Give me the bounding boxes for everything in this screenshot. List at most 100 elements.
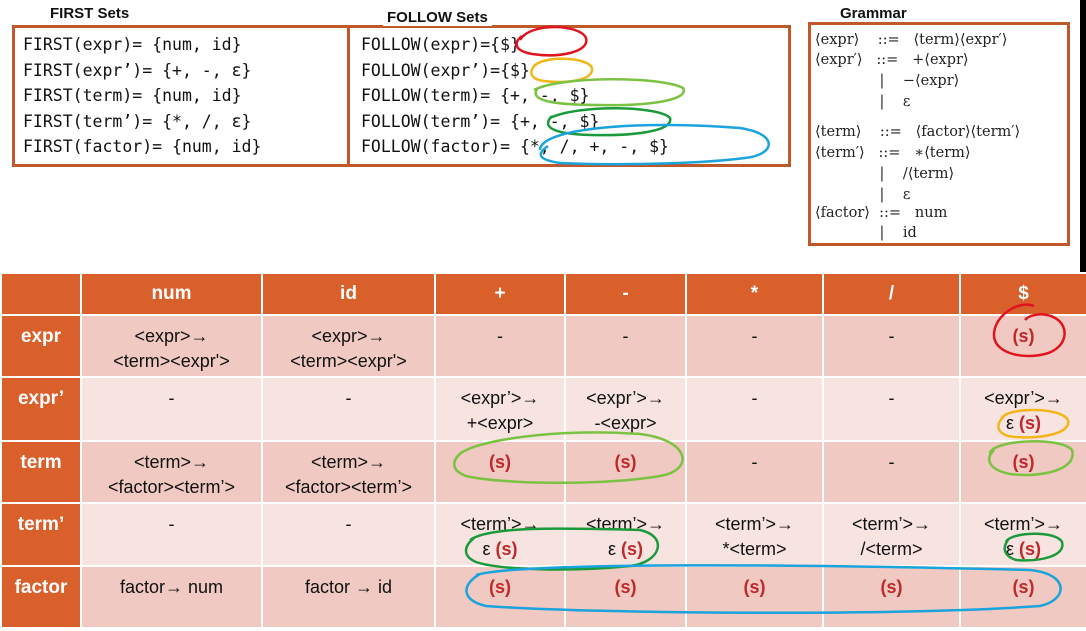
follow-set-line: FOLLOW(term)= {+, -, $} [361,86,590,105]
cell-line: -<expr> [594,413,657,433]
sync-marker: (s) [1019,539,1042,559]
cell-line: <factor><term’> [284,477,413,497]
grammar-rule-line: | ε [815,187,911,203]
column-header: * [685,272,824,316]
table-cell: - [261,376,436,442]
grammar-rule-line: ⟨expr′⟩ ::= +⟨expr⟩ [815,52,969,68]
grammar-rule-line: | ε [815,94,911,110]
row-header: term [0,440,82,504]
column-header: $ [959,272,1086,316]
sync-marker: (s) [614,452,637,472]
cell-line: - [888,452,895,472]
cell-line: <expr>→ [311,326,386,346]
cell-line: (s) [962,450,1085,475]
table-cell: - [434,314,566,378]
grammar-rule-line: ⟨term′⟩ ::= ∗⟨term⟩ [815,145,971,161]
table-cell: - [261,502,436,567]
column-header: id [261,272,436,316]
first-sets-title: FIRST Sets [46,6,134,22]
table-cell: <term>→ <factor><term’> [261,440,436,504]
cell-line: <term’>→ [460,514,540,534]
cell-line: - [168,514,175,534]
table-cell: <term’>→ *<term> [685,502,824,567]
table-cell: <term’>→ /<term> [822,502,961,567]
sync-marker: (s) [1012,326,1035,346]
grammar-rule-line: ⟨term⟩ ::= ⟨factor⟩⟨term′⟩ [815,124,1021,140]
table-cell: - [685,376,824,442]
cell-line: - [497,326,503,346]
cell-line: (s) [567,575,684,600]
follow-set-line: FOLLOW(term’)= {+, -, $} [361,111,600,131]
cell-line: ε (s) [607,539,644,559]
cell-line: - [168,388,175,408]
cell-line: ε (s) [482,539,518,559]
sync-marker: (s) [1019,413,1042,433]
cell-line: <term’>→ [983,514,1064,534]
sync-marker: (s) [621,539,644,559]
sync-marker: (s) [489,577,511,597]
cell-line: factor→ num [119,577,224,597]
table-cell: <expr’>→ -<expr> [564,376,687,442]
first-set-line: FIRST(expr)= {num, id} [23,35,242,54]
cell-line: (s) [567,450,684,475]
table-cell: <term’>→ ε (s) [959,502,1086,567]
table-cell: (s) [822,565,961,629]
row-header: expr [0,314,82,378]
table-cell: - [822,314,961,378]
first-set-line: FIRST(term)= {num, id} [23,86,242,105]
follow-set-line: FOLLOW(expr’)={$} [361,60,530,80]
cell-line: <factor><term’> [107,477,236,497]
cell-line: <term>→ [310,452,387,472]
follow-sets-title: FOLLOW Sets [383,10,492,26]
table-cell: <term>→ <factor><term’> [80,440,263,504]
table-cell: - [822,440,961,504]
table-cell: <expr>→ <term><expr'> [261,314,436,378]
grammar-rule-line: | /⟨term⟩ [815,166,955,182]
table-cell: (s) [685,565,824,629]
sync-marker: (s) [1012,577,1035,597]
cell-line: (s) [437,450,563,475]
cell-line: ε (s) [1005,413,1042,433]
cell-line: /<term> [860,539,923,559]
cell-line: <term’>→ [851,514,932,534]
cell-line: (s) [962,575,1085,600]
table-row: term’ - - <term’>→ ε (s) <term’>→ ε (s) <term’>… [0,502,1086,567]
row-header: expr’ [0,376,82,442]
table-cell: factor → id [261,565,436,629]
column-header: - [564,272,687,316]
ll1-parse-table: num id + - * / $ expr <expr>→ <term><expr'… [0,272,1086,629]
first-set-line: FIRST(expr’)= {+, -, ε} [23,60,252,80]
table-cell: (s) [434,440,566,504]
row-header: term’ [0,502,82,567]
cell-line: - [888,326,895,346]
table-cell: - [80,502,263,567]
table-row: expr <expr>→ <term><expr'> <expr>→ <term><ex… [0,314,1086,378]
cell-line: <term><expr'> [290,351,407,371]
cell-line: - [622,326,629,346]
cell-line: (s) [688,575,821,600]
cell-line: - [345,514,352,534]
table-cell: factor→ num [80,565,263,629]
cell-line: *<term> [722,539,787,559]
table-cell: (s) [564,565,687,629]
cell-line: <expr’>→ [586,388,665,408]
cell-line: - [751,452,758,472]
cell-line: +<expr> [466,413,534,433]
first-set-line: FIRST(term’)= {*, /, ε} [23,111,252,131]
cell-line: factor → id [304,577,393,597]
cell-line: <term><expr'> [113,351,230,371]
cell-line: - [751,326,758,346]
table-row: expr’ - - <expr’>→ +<expr> <expr’>→ -<expr> - - <… [0,376,1086,442]
cell-line: (s) [437,575,563,600]
cell-line: <expr>→ [134,326,209,346]
column-header: num [80,272,263,316]
table-cell: - [80,376,263,442]
table-cell: - [564,314,687,378]
table-cell: <expr’>→ +<expr> [434,376,566,442]
grammar-rule-line: | id [815,225,917,241]
table-cell: - [685,314,824,378]
row-header: factor [0,565,82,629]
table-cell: - [685,440,824,504]
cell-line: - [888,388,895,408]
table-cell: <expr>→ <term><expr'> [80,314,263,378]
